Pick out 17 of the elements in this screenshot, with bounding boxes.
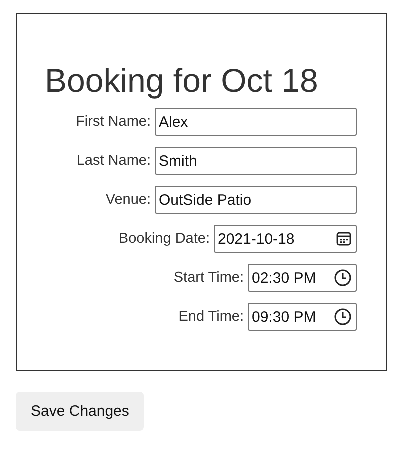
save-button[interactable]: Save Changes [16, 392, 144, 431]
field-label: First Name: [76, 114, 151, 130]
field-label: Venue: [106, 192, 151, 208]
calendar-icon[interactable] [336, 231, 352, 247]
clock-icon[interactable] [334, 308, 352, 326]
field-label: Booking Date: [118, 231, 210, 247]
field-label: Last Name: [76, 153, 151, 169]
time-field[interactable]: 09:30 PM [248, 303, 357, 331]
input-field[interactable]: Alex [155, 108, 357, 136]
date-field[interactable]: 2021-10-18 [214, 225, 357, 253]
input-field[interactable]: Smith [155, 147, 357, 175]
time-field[interactable]: 02:30 PM [248, 264, 357, 292]
clock-icon[interactable] [334, 269, 352, 287]
input-field[interactable]: OutSide Patio [155, 186, 357, 214]
form-title: Booking for Oct 18 [45, 62, 318, 100]
field-label: Start Time: [174, 270, 244, 286]
field-label: End Time: [178, 309, 244, 325]
